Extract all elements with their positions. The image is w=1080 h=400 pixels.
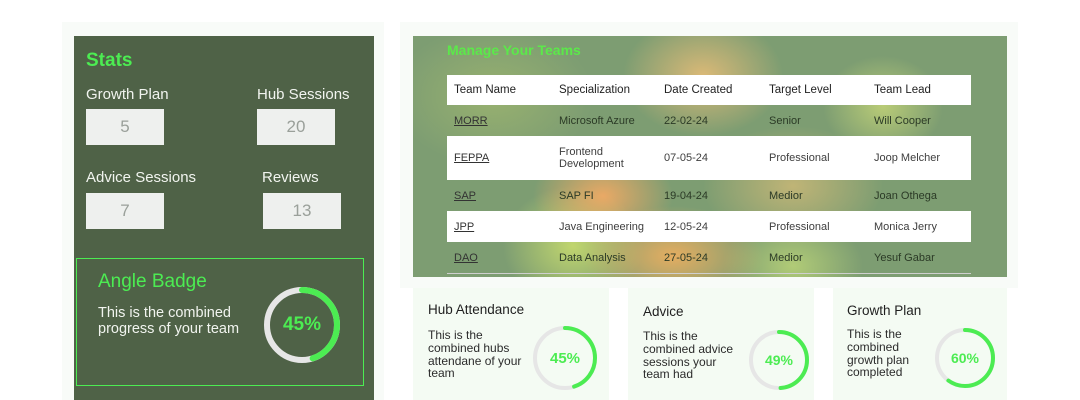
hub-attendance-description: This is the combined hubs attendane of y…	[428, 328, 522, 381]
growth-plan-card: Growth Plan This is the combined growth …	[833, 288, 1007, 400]
team-name-cell: FEPPA	[447, 136, 552, 180]
column-header-date-created[interactable]: Date Created	[657, 75, 762, 105]
column-header-team-lead[interactable]: Team Lead	[867, 75, 971, 105]
team-lead-cell: Will Cooper	[874, 114, 931, 127]
team-link[interactable]: JPP	[454, 221, 474, 233]
target-level-cell: Medior	[762, 242, 867, 274]
advice-title: Advice	[643, 304, 684, 319]
dashboard: Stats Growth Plan 5 Hub Sessions 20 Advi…	[0, 0, 1080, 400]
date-created-cell: 12-05-24	[657, 211, 762, 242]
reviews-value: 13	[263, 193, 341, 229]
column-header-specialization[interactable]: Specialization	[552, 75, 657, 105]
advice-description: This is the combined advice sessions you…	[643, 329, 734, 382]
growth-plan-label: Growth Plan	[86, 86, 169, 103]
table-header-row: Team Name Specialization Date Created Ta…	[447, 75, 971, 105]
table-row: FEPPA Frontend Development 07-05-24 Prof…	[447, 136, 971, 180]
stats-title: Stats	[86, 50, 133, 71]
manage-teams-title: Manage Your Teams	[447, 42, 581, 58]
hub-sessions-label: Hub Sessions	[257, 86, 350, 103]
target-level-cell: Senior	[769, 114, 801, 127]
table-row: SAP SAP FI 19-04-24 Medior Joan Othega	[447, 180, 971, 211]
angle-badge-progress-ring: 45%	[262, 285, 342, 365]
specialization-cell: Microsoft Azure	[559, 114, 635, 127]
growth-plan-title: Growth Plan	[847, 303, 922, 318]
growth-plan-value: 5	[86, 109, 164, 145]
team-link[interactable]: DAO	[454, 252, 478, 264]
angle-badge-description: This is the combined progress of your te…	[98, 305, 240, 337]
advice-card: Advice This is the combined advice sessi…	[628, 288, 814, 400]
column-header-team-name[interactable]: Team Name	[447, 75, 552, 105]
angle-badge-card: Angle Badge This is the combined progres…	[76, 258, 364, 386]
table-row: JPP Java Engineering 12-05-24 Profession…	[447, 211, 971, 242]
table-row: DAO Data Analysis 27-05-24 Medior Yesuf …	[447, 242, 971, 274]
column-header-target-level[interactable]: Target Level	[762, 75, 867, 105]
date-created-cell: 07-05-24	[657, 136, 762, 180]
specialization-cell: Frontend Development	[552, 136, 657, 180]
team-link[interactable]: FEPPA	[454, 152, 489, 164]
specialization-cell: SAP FI	[559, 189, 594, 202]
angle-badge-title: Angle Badge	[98, 271, 207, 292]
team-link[interactable]: MORR	[454, 115, 488, 127]
team-lead-cell: Monica Jerry	[867, 211, 971, 242]
teams-table: Team Name Specialization Date Created Ta…	[447, 75, 971, 274]
reviews-label: Reviews	[262, 169, 319, 186]
advice-sessions-label: Advice Sessions	[86, 169, 197, 186]
date-created-cell: 27-05-24	[657, 242, 762, 274]
target-level-cell: Medior	[769, 189, 803, 202]
hub-attendance-percent: 45%	[549, 349, 581, 367]
growth-plan-progress-ring: 60%	[933, 326, 997, 390]
date-created-cell: 22-02-24	[664, 114, 709, 127]
angle-badge-percent: 45%	[282, 314, 322, 335]
target-level-cell: Professional	[762, 211, 867, 242]
hub-sessions-value: 20	[257, 109, 335, 145]
target-level-cell: Professional	[762, 136, 867, 180]
team-name-cell: JPP	[447, 211, 552, 242]
manage-teams-panel: Manage Your Teams Team Name Specializati…	[413, 36, 1007, 277]
advice-percent: 49%	[764, 352, 794, 368]
specialization-cell: Java Engineering	[552, 211, 657, 242]
hub-attendance-card: Hub Attendance This is the combined hubs…	[413, 288, 609, 400]
growth-plan-description: This is the combined growth plan complet…	[847, 327, 910, 380]
advice-sessions-value: 7	[86, 193, 164, 229]
table-row: MORR Microsoft Azure 22-02-24 Senior Wil…	[447, 105, 971, 136]
date-created-cell: 19-04-24	[664, 189, 709, 202]
advice-progress-ring: 49%	[747, 328, 811, 392]
team-name-cell: DAO	[447, 242, 552, 274]
hub-attendance-progress-ring: 45%	[531, 324, 599, 392]
team-link[interactable]: SAP	[454, 190, 476, 202]
growth-plan-percent: 60%	[950, 350, 980, 366]
hub-attendance-title: Hub Attendance	[428, 302, 525, 317]
team-lead-cell: Yesuf Gabar	[867, 242, 971, 274]
team-name-cell: SAP	[447, 180, 552, 211]
team-lead-cell: Joan Othega	[874, 189, 937, 202]
team-lead-cell: Joop Melcher	[867, 136, 971, 180]
stats-panel: Stats Growth Plan 5 Hub Sessions 20 Advi…	[74, 36, 374, 400]
specialization-cell: Data Analysis	[552, 242, 657, 274]
team-name-cell: MORR	[447, 105, 552, 136]
